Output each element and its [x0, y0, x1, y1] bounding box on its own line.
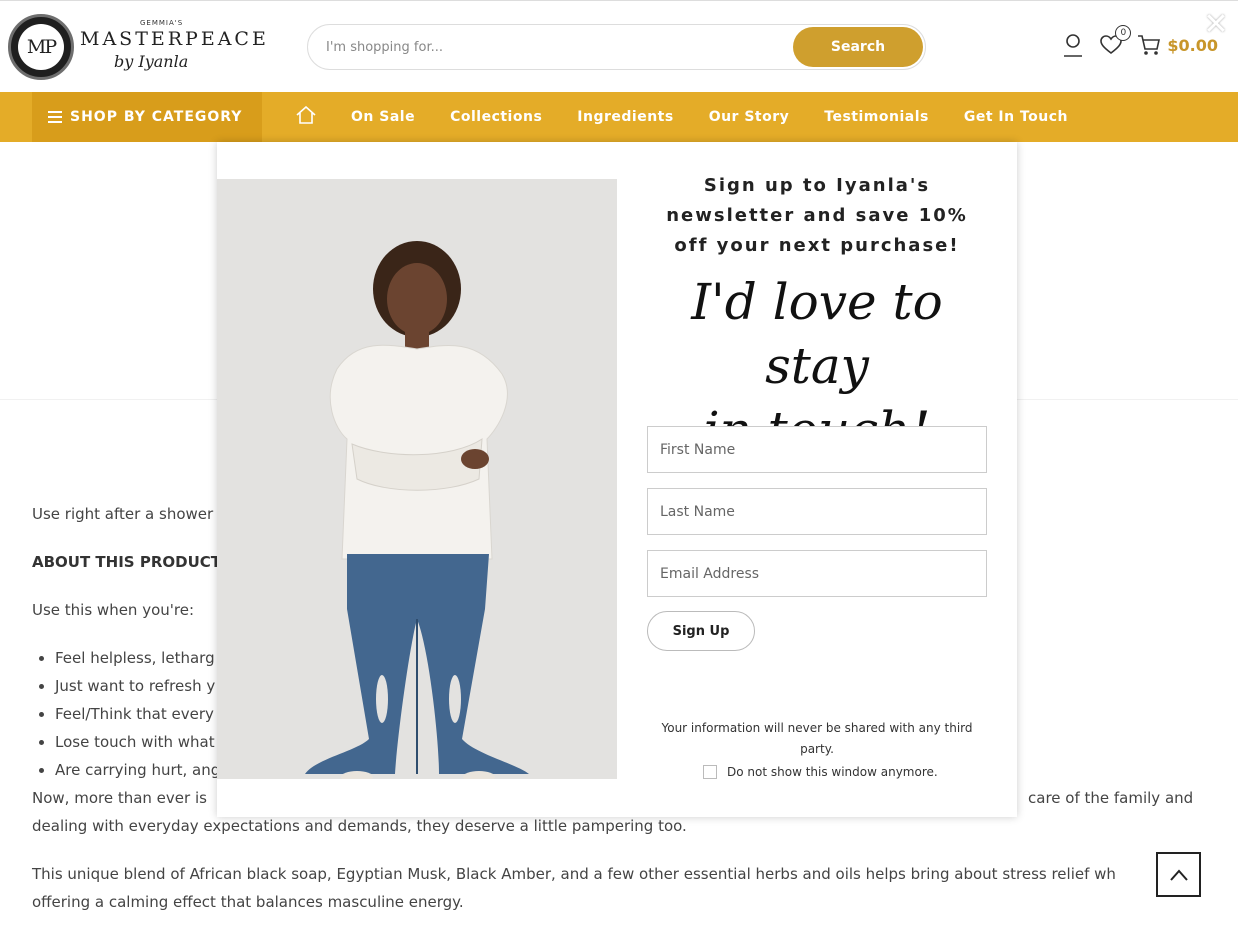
sign-up-button[interactable]: Sign Up: [647, 611, 755, 651]
first-name-input[interactable]: [648, 427, 986, 472]
email-field: [647, 550, 987, 597]
checkbox-label: Do not show this window anymore.: [727, 765, 938, 779]
do-not-show-checkbox[interactable]: Do not show this window anymore.: [703, 765, 938, 779]
modal-heading: Sign up to Iyanla's newsletter and save …: [666, 175, 968, 256]
last-name-field: [647, 488, 987, 535]
script-line: I'd love to stay: [691, 273, 943, 395]
first-name-field: [647, 426, 987, 473]
promo-photo: [217, 179, 617, 779]
newsletter-modal: Sign up to Iyanla's newsletter and save …: [217, 142, 1017, 817]
close-icon[interactable]: ✕: [1201, 10, 1231, 40]
privacy-note: Your information will never be shared wi…: [661, 721, 973, 756]
last-name-input[interactable]: [648, 489, 986, 534]
signup-panel: Sign up to Iyanla's newsletter and save …: [647, 142, 987, 817]
email-input[interactable]: [648, 551, 986, 596]
checkbox-box[interactable]: [703, 765, 717, 779]
